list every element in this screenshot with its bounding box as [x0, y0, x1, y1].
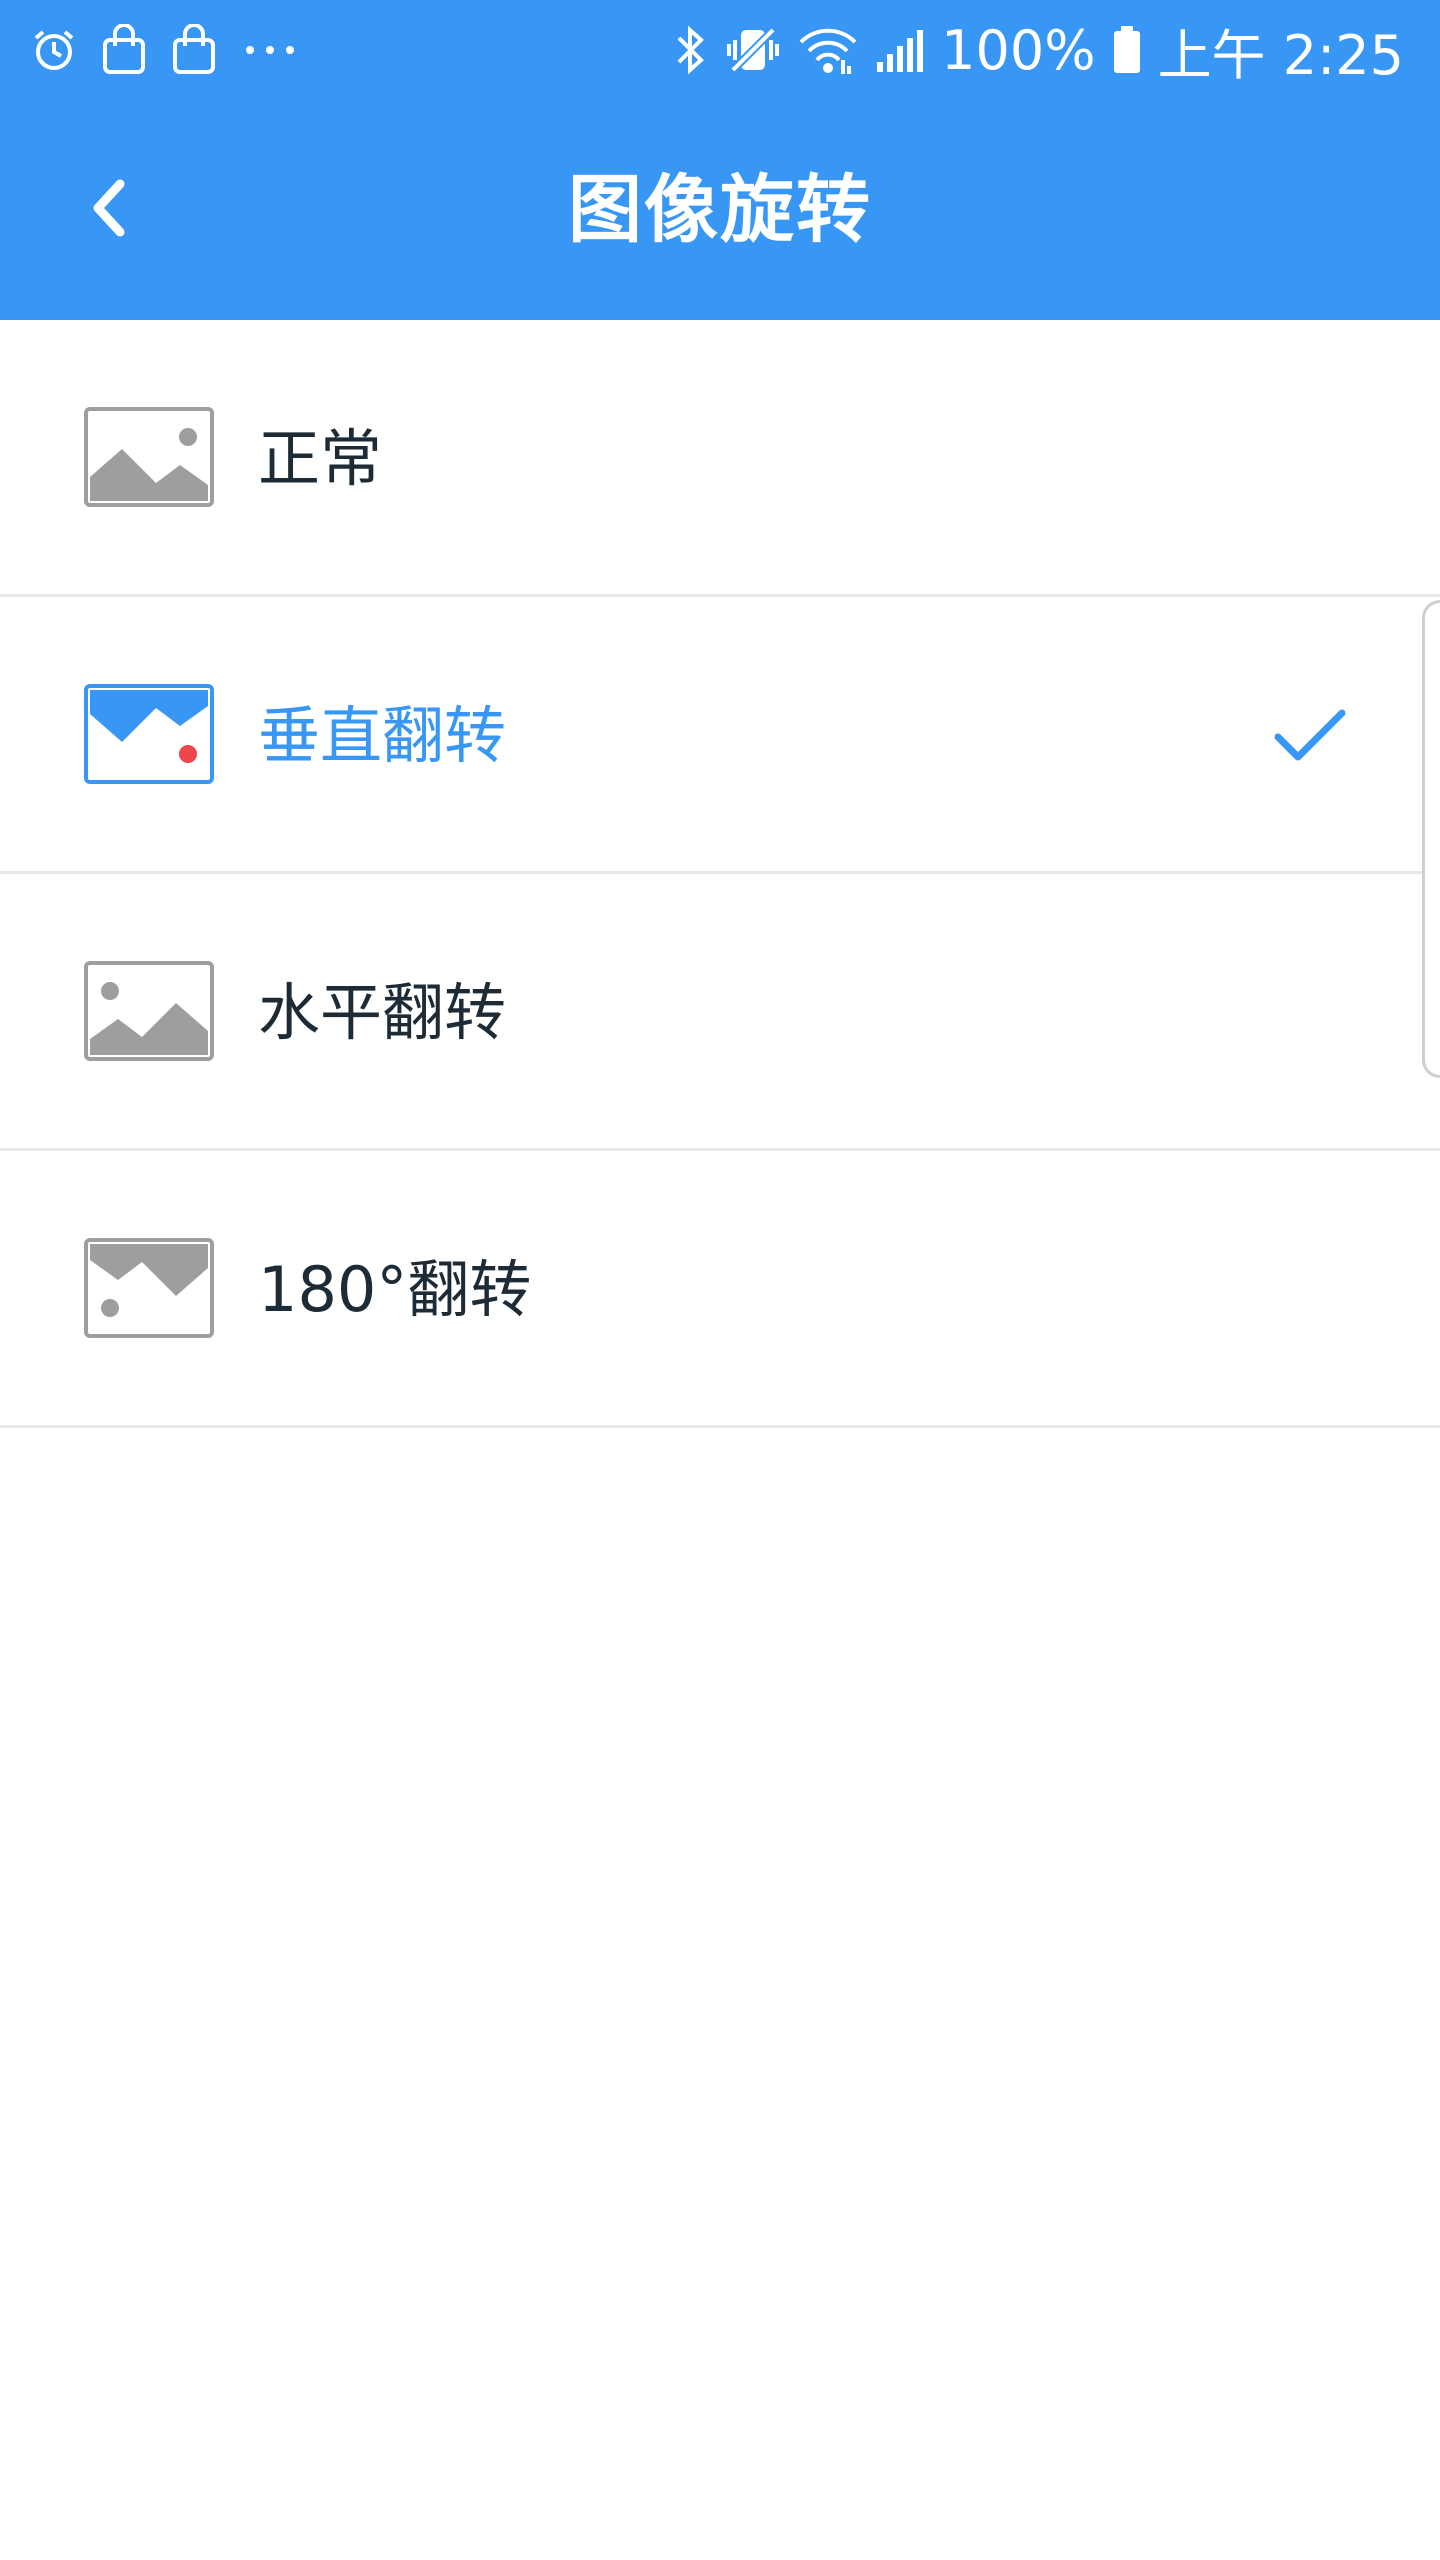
option-normal[interactable]: 正常 [0, 320, 1440, 597]
image-vertical-flip-icon [84, 684, 214, 784]
app-bar: 100% 上午 2:25 图像旋转 [0, 0, 1440, 320]
image-normal-icon [84, 407, 214, 507]
wifi-icon [797, 24, 859, 76]
more-dots-icon [240, 40, 322, 60]
option-label: 180°翻转 [258, 1253, 532, 1326]
shopping-bag-icon [100, 24, 170, 76]
battery-icon [1112, 24, 1142, 76]
option-vertical-flip[interactable]: 垂直翻转 [0, 597, 1440, 874]
status-left-icons [30, 20, 322, 80]
rotation-options-list: 正常 垂直翻转 水平翻转 180°翻转 [0, 320, 1440, 1428]
status-right-icons: 100% 上午 2:25 [673, 14, 1404, 87]
shopping-bag-icon [170, 24, 240, 76]
option-label: 正常 [258, 422, 383, 495]
checkmark-icon [1270, 695, 1350, 775]
option-label: 水平翻转 [258, 976, 507, 1049]
option-label: 垂直翻转 [258, 699, 507, 772]
edge-panel-handle[interactable] [1422, 600, 1440, 1078]
image-rotate-180-icon [84, 1238, 214, 1338]
battery-percent: 100% [941, 18, 1096, 82]
status-bar: 100% 上午 2:25 [0, 0, 1440, 100]
option-horizontal-flip[interactable]: 水平翻转 [0, 874, 1440, 1151]
signal-icon [875, 24, 925, 76]
option-rotate-180[interactable]: 180°翻转 [0, 1151, 1440, 1428]
status-time: 上午 2:25 [1157, 23, 1404, 87]
alarm-icon [30, 26, 100, 74]
vibrate-mute-icon [725, 24, 781, 76]
bluetooth-icon [673, 24, 709, 76]
image-horizontal-flip-icon [84, 961, 214, 1061]
page-title: 图像旋转 [568, 167, 872, 253]
